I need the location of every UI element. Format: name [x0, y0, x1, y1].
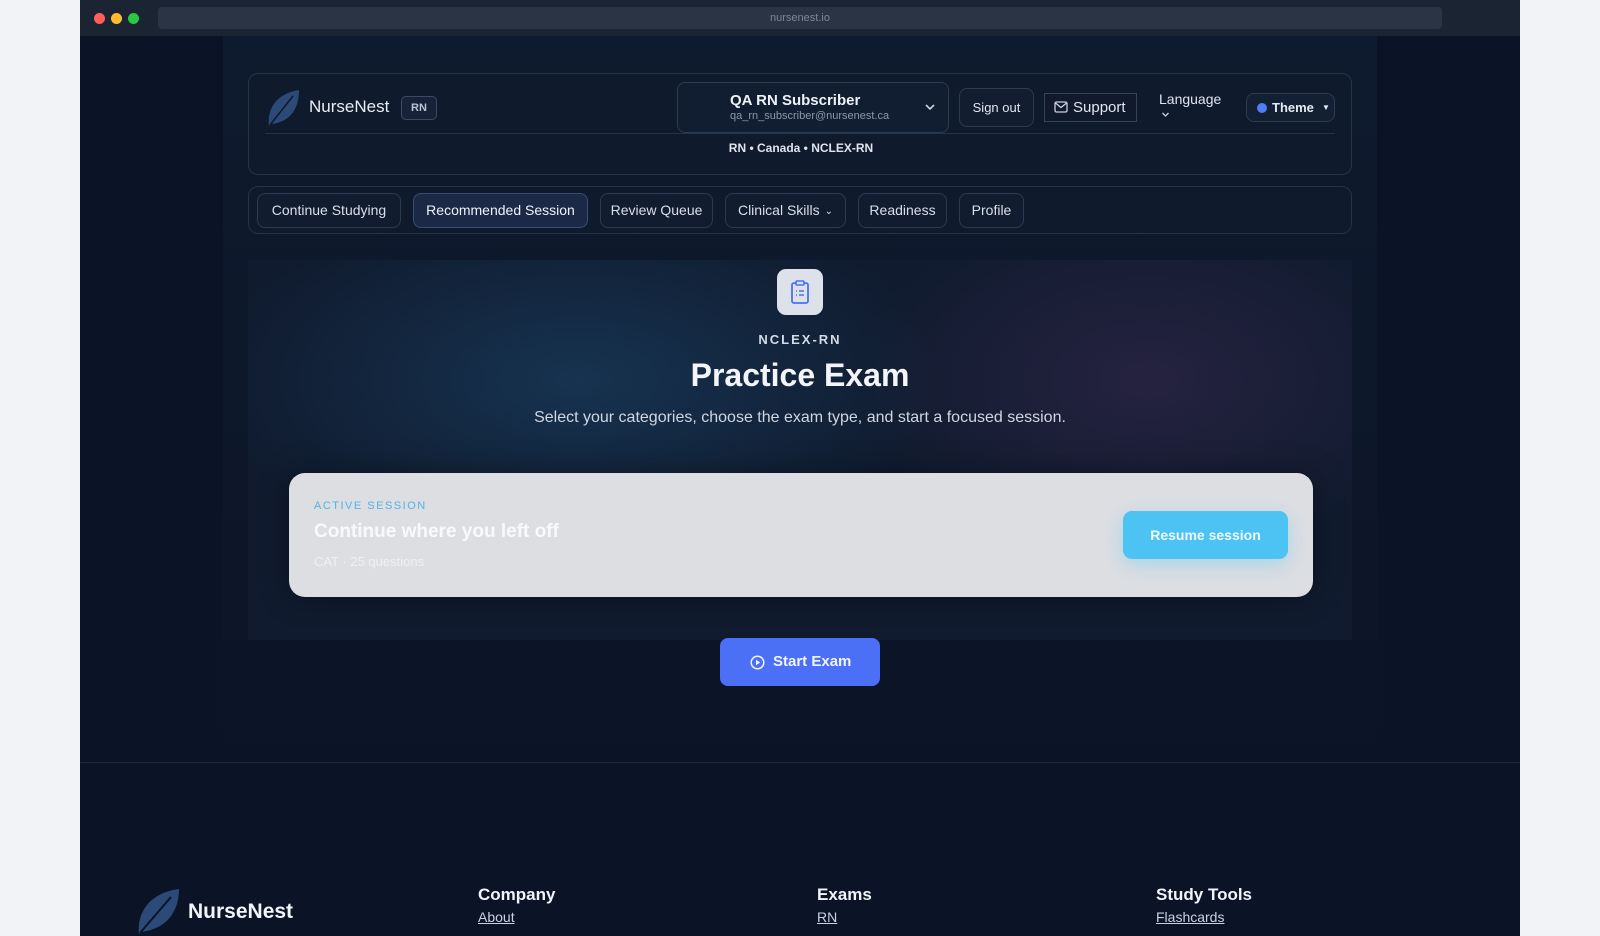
page-title: Practice Exam [690, 357, 910, 393]
footer-link-rn[interactable]: RN [817, 909, 872, 925]
start-exam-button[interactable]: Start Exam [720, 638, 880, 686]
address-bar[interactable]: nursenest.io [158, 7, 1442, 29]
tab-profile[interactable]: Profile [959, 193, 1024, 228]
clipboard-glyph [791, 280, 809, 304]
main-nav: Continue Studying Recommended Session Re… [248, 186, 1352, 234]
theme-label: Theme [1272, 100, 1314, 115]
session-meta: CAT · 25 questions [314, 554, 425, 569]
session-title: Continue where you left off [314, 521, 559, 542]
theme-button[interactable]: Theme ▼ [1246, 93, 1335, 122]
theme-color-dot [1257, 103, 1267, 113]
maximize-window-icon[interactable] [128, 13, 139, 24]
minimize-window-icon[interactable] [111, 13, 122, 24]
footer-column-exams: Exams RN [817, 885, 872, 931]
caret-down-icon: ▼ [1322, 103, 1330, 112]
browser-titlebar: nursenest.io [80, 0, 1520, 36]
session-eyebrow: ACTIVE SESSION [314, 500, 427, 512]
role-badge: RN [401, 96, 437, 120]
close-window-icon[interactable] [94, 13, 105, 24]
support-button[interactable]: Support [1044, 93, 1137, 122]
app-header: NurseNest RN QA RN Subscriber qa_rn_subs… [248, 73, 1352, 175]
tab-clinical-skills-label: Clinical Skills [737, 202, 820, 218]
account-switcher[interactable]: QA RN Subscriber qa_rn_subscriber@nursen… [677, 82, 949, 133]
browser-window: nursenest.io NurseNest RN QA RN Subscrib… [80, 0, 1520, 936]
footer-column-title: Exams [817, 885, 872, 904]
page-subtitle: Select your categories, choose the exam … [534, 409, 1066, 426]
chevron-down-icon[interactable] [1161, 110, 1170, 119]
leaf-logo-icon [268, 90, 299, 126]
footer-brand[interactable]: NurseNest [188, 900, 293, 924]
user-name: QA RN Subscriber [730, 92, 861, 109]
exam-context: RN • Canada • NCLEX-RN [728, 141, 874, 155]
tab-clinical-skills[interactable]: Clinical Skills ⌄ [725, 193, 846, 228]
footer-column-title: Study Tools [1156, 885, 1253, 904]
resume-session-button[interactable]: Resume session [1123, 511, 1288, 559]
user-email: qa_rn_subscriber@nursenest.ca [730, 110, 890, 122]
tab-continue-studying[interactable]: Continue Studying [257, 193, 401, 228]
footer-column-study-tools: Study Tools Flashcards [1156, 885, 1252, 931]
support-label: Support [1073, 99, 1126, 116]
leaf-logo-icon [138, 889, 179, 934]
footer-column-company: Company About [478, 885, 555, 931]
tab-review-queue[interactable]: Review Queue [600, 193, 713, 228]
brand-name[interactable]: NurseNest [309, 97, 389, 117]
chevron-down-icon: ⌄ [824, 206, 834, 217]
tab-readiness[interactable]: Readiness [858, 193, 947, 228]
language-selector[interactable]: Language [1159, 91, 1221, 107]
play-circle-icon [750, 655, 765, 670]
active-session-card: ACTIVE SESSION Continue where you left o… [289, 473, 1313, 597]
exam-eyebrow: NCLEX-RN [758, 332, 842, 347]
sign-out-button[interactable]: Sign out [959, 88, 1034, 127]
footer-link-flashcards[interactable]: Flashcards [1156, 909, 1252, 925]
mail-icon [1054, 101, 1068, 113]
start-exam-label: Start Exam [773, 653, 852, 670]
clipboard-icon [777, 269, 823, 315]
footer-column-title: Company [478, 885, 556, 904]
footer-divider [80, 762, 1520, 763]
header-divider [265, 133, 1335, 134]
footer-link-about[interactable]: About [478, 909, 555, 925]
tab-recommended-session[interactable]: Recommended Session [413, 193, 588, 228]
chevron-down-icon [925, 104, 935, 111]
